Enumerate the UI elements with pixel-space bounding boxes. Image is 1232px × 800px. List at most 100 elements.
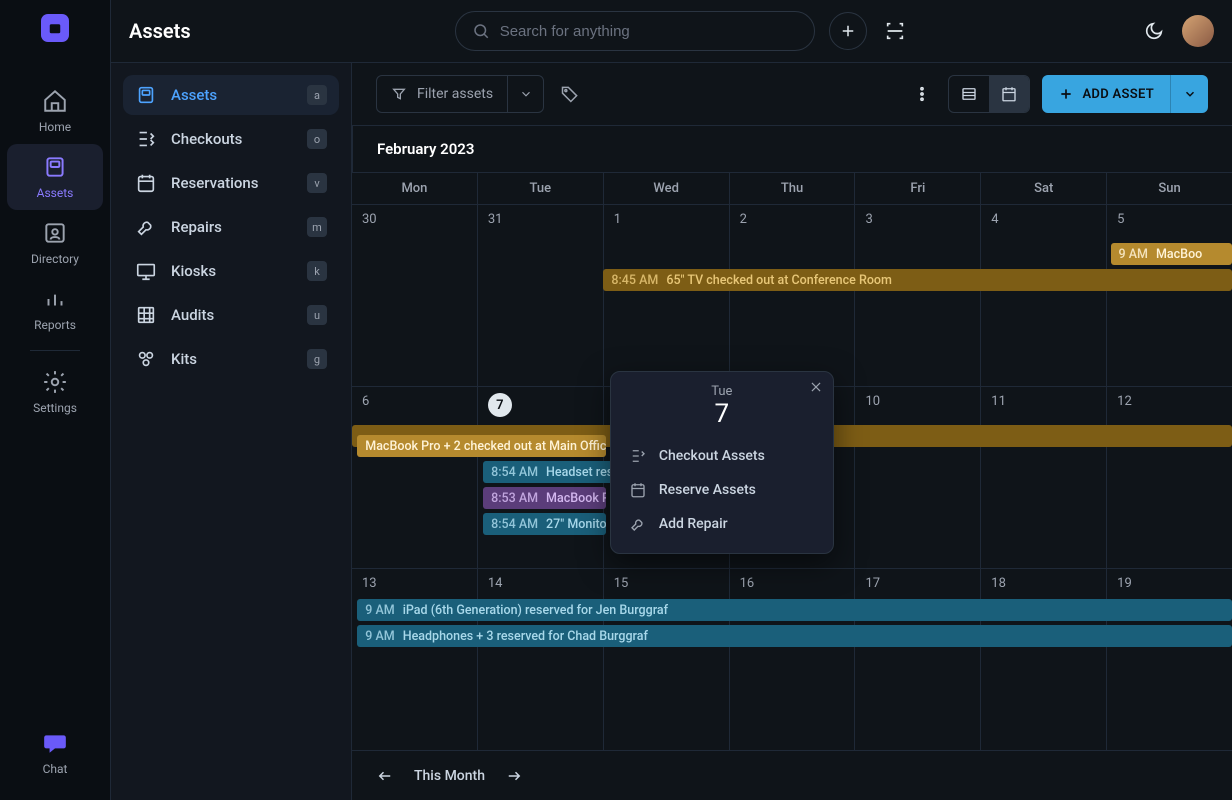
nav-home[interactable]: Home (7, 78, 103, 144)
add-asset-button[interactable]: ADD ASSET (1042, 75, 1170, 113)
sidebar-item-label: Repairs (171, 218, 293, 236)
theme-toggle[interactable] (1140, 17, 1168, 45)
reserve-icon (629, 481, 647, 499)
plus-icon (839, 22, 857, 40)
view-calendar-button[interactable] (989, 76, 1029, 112)
add-asset-dropdown[interactable] (1170, 75, 1208, 113)
rail-separator (30, 350, 80, 351)
popover-close[interactable] (809, 380, 823, 398)
sidebar-item-assets[interactable]: Assets a (123, 75, 339, 115)
checkout-icon (135, 128, 157, 150)
keyboard-shortcut: a (307, 85, 327, 105)
keyboard-shortcut: g (307, 349, 327, 369)
sidebar-item-checkouts[interactable]: Checkouts o (123, 119, 339, 159)
reservations-icon (135, 172, 157, 194)
calendar-cell[interactable]: 19 (1106, 569, 1232, 750)
chevron-down-icon (519, 87, 533, 101)
calendar-cell[interactable]: 12 (1106, 387, 1232, 568)
filter-label: Filter assets (417, 86, 493, 102)
sidebar-item-kits[interactable]: Kits g (123, 339, 339, 379)
sidebar-item-repairs[interactable]: Repairs m (123, 207, 339, 247)
calendar-cell[interactable]: 2 (729, 205, 855, 386)
popover-day-label: Tue (611, 384, 833, 399)
sidebar-item-reservations[interactable]: Reservations v (123, 163, 339, 203)
nav-chat[interactable]: Chat (7, 720, 103, 786)
sidebar-item-kiosks[interactable]: Kiosks k (123, 251, 339, 291)
avatar[interactable] (1182, 15, 1214, 47)
add-global-button[interactable] (829, 12, 867, 50)
reports-icon (42, 286, 68, 312)
checkout-icon (629, 447, 647, 465)
filter-icon (391, 86, 407, 102)
plus-icon (1058, 86, 1074, 102)
calendar-cell[interactable]: 10 (854, 387, 980, 568)
nav-settings-label: Settings (33, 401, 77, 415)
nav-reports-label: Reports (34, 318, 76, 332)
nav-directory[interactable]: Directory (7, 210, 103, 276)
sidebar-item-audits[interactable]: Audits u (123, 295, 339, 335)
nav-home-label: Home (39, 120, 71, 134)
tag-button[interactable] (556, 80, 584, 108)
repair-icon (629, 515, 647, 533)
filter-dropdown[interactable] (507, 76, 543, 112)
prev-month-button[interactable] (376, 767, 394, 785)
calendar-event[interactable]: 8:45 AM 65" TV checked out at Conference… (603, 269, 1232, 291)
scan-button[interactable] (881, 17, 909, 45)
calendar-range-label[interactable]: This Month (414, 768, 485, 784)
calendar-event[interactable]: 9 AM MacBoo (1111, 243, 1232, 265)
calendar-cell[interactable]: 6 (352, 387, 477, 568)
calendar-event[interactable]: 8:54 AM 27" Monitor r (483, 513, 606, 535)
calendar-cell[interactable]: 17 (854, 569, 980, 750)
calendar-cell[interactable]: 1 (603, 205, 729, 386)
nav-assets[interactable]: Assets (7, 144, 103, 210)
view-list-button[interactable] (949, 76, 989, 112)
filter-assets[interactable]: Filter assets (376, 75, 544, 113)
calendar-cell[interactable]: 3 (854, 205, 980, 386)
add-asset-label: ADD ASSET (1082, 87, 1154, 102)
calendar-event[interactable]: 9 AM Headphones + 3 reserved for Chad Bu… (357, 625, 1232, 647)
next-month-button[interactable] (505, 767, 523, 785)
search-input-wrap[interactable] (455, 11, 815, 51)
tag-icon (560, 84, 580, 104)
calendar-cell[interactable]: 15 (603, 569, 729, 750)
calendar-event[interactable]: MacBook Pro + 2 checked out at Main Offi… (357, 435, 606, 457)
calendar-cell[interactable]: 30 (352, 205, 477, 386)
calendar-day-headers: MonTueWedThuFriSatSun (352, 173, 1232, 205)
calendar-title: February 2023 (352, 125, 1232, 173)
keyboard-shortcut: m (307, 217, 327, 237)
more-button[interactable] (908, 80, 936, 108)
popover-checkout-assets[interactable]: Checkout Assets (611, 439, 833, 473)
calendar-cell[interactable]: 18 (980, 569, 1106, 750)
nav-reports[interactable]: Reports (7, 276, 103, 342)
calendar-icon (1000, 85, 1018, 103)
popover-reserve-assets[interactable]: Reserve Assets (611, 473, 833, 507)
calendar-event[interactable]: 8:53 AM MacBook Pro (483, 487, 606, 509)
gear-icon (42, 369, 68, 395)
page-title: Assets (129, 19, 191, 43)
chevron-down-icon (1183, 87, 1197, 101)
calendar-cell[interactable]: 16 (729, 569, 855, 750)
kits-icon (135, 348, 157, 370)
search-input[interactable] (500, 23, 798, 40)
sidebar-item-label: Kits (171, 350, 293, 368)
calendar-event[interactable]: 9 AM iPad (6th Generation) reserved for … (357, 599, 1232, 621)
scan-icon (884, 20, 906, 42)
calendar-cell[interactable]: 11 (980, 387, 1106, 568)
calendar-cell[interactable]: 31 (477, 205, 603, 386)
directory-icon (42, 220, 68, 246)
kiosks-icon (135, 260, 157, 282)
keyboard-shortcut: v (307, 173, 327, 193)
popover-add-repair[interactable]: Add Repair (611, 507, 833, 541)
list-icon (960, 85, 978, 103)
keyboard-shortcut: k (307, 261, 327, 281)
calendar-cell[interactable]: 14 (477, 569, 603, 750)
sidebar-item-label: Assets (171, 86, 293, 104)
nav-settings[interactable]: Settings (7, 359, 103, 425)
calendar-cell[interactable]: 4 (980, 205, 1106, 386)
calendar-cell[interactable]: 5 (1106, 205, 1232, 386)
calendar-cell[interactable]: 13 (352, 569, 477, 750)
assets-icon (42, 154, 68, 180)
moon-icon (1143, 20, 1165, 42)
app-logo[interactable] (41, 14, 69, 42)
sidebar-item-label: Kiosks (171, 262, 293, 280)
